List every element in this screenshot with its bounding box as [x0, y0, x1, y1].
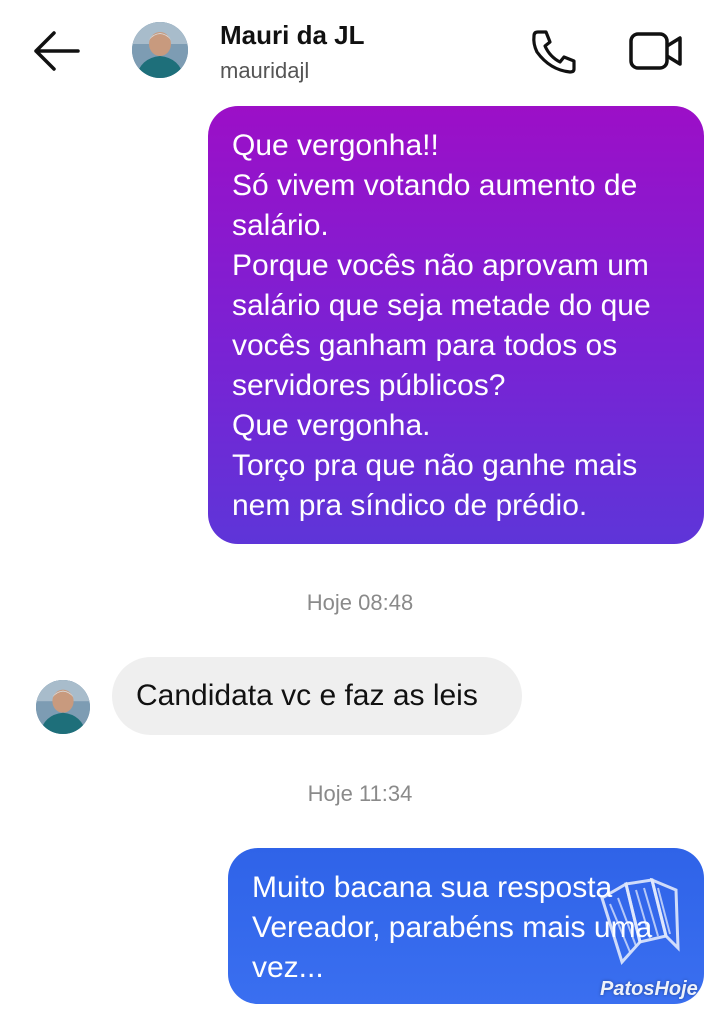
- video-camera-icon: [629, 32, 682, 70]
- watermark-logo-icon: [600, 878, 680, 965]
- avatar-photo: [132, 22, 188, 78]
- contact-name[interactable]: Mauri da JL: [220, 20, 364, 51]
- message-timestamp: Hoje 08:48: [306, 590, 414, 615]
- chat-header: Mauri da JL mauridajl: [0, 0, 720, 100]
- avatar[interactable]: [132, 22, 188, 78]
- contact-handle: mauridajl: [220, 58, 310, 83]
- call-button[interactable]: [528, 26, 580, 76]
- message-timestamp: Hoje 11:34: [307, 781, 413, 806]
- video-call-button[interactable]: [628, 28, 684, 74]
- incoming-message-bubble[interactable]: Candidata vc e faz as leis: [112, 657, 522, 735]
- outgoing-message-bubble[interactable]: Que vergonha!! Só vivem votando aumento …: [208, 106, 704, 544]
- arrow-left-icon: [34, 31, 80, 71]
- sender-avatar[interactable]: [36, 680, 90, 734]
- avatar-photo: [36, 680, 90, 734]
- watermark-text: PatosHoje: [600, 978, 698, 1000]
- back-button[interactable]: [30, 28, 82, 74]
- phone-icon: [532, 30, 576, 74]
